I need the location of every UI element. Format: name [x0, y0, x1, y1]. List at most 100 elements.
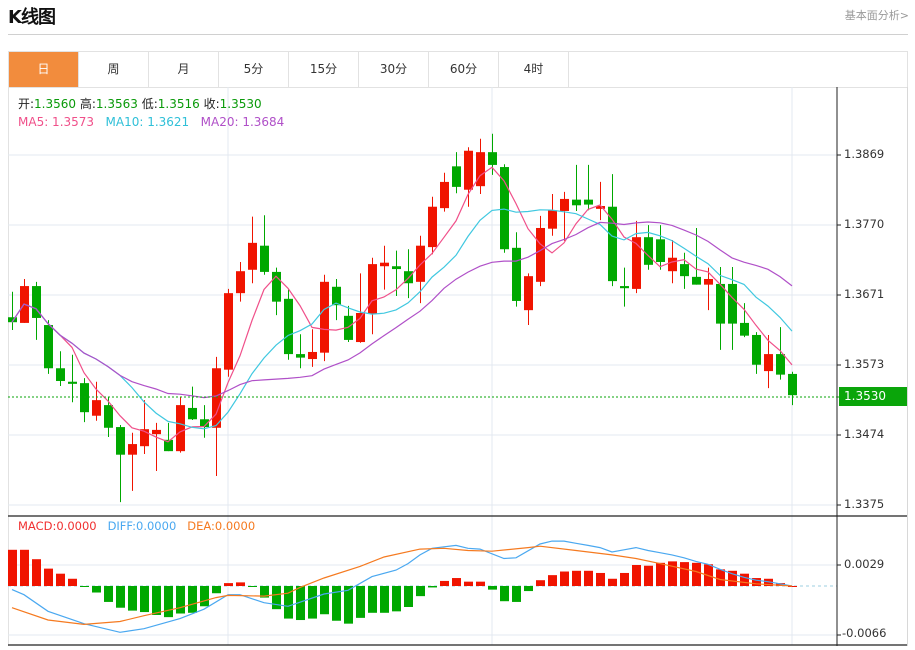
- grid: [8, 87, 841, 645]
- diff-value: DIFF:0.0000: [107, 519, 177, 533]
- macd-bar: [464, 581, 473, 586]
- candle-body: [476, 152, 485, 187]
- candle: [236, 261, 245, 302]
- candle-body: [248, 242, 257, 270]
- candle: [320, 274, 329, 362]
- candle: [548, 193, 557, 236]
- candle: [452, 152, 461, 194]
- moving-averages: [11, 166, 793, 443]
- macd-bar: [572, 570, 581, 586]
- price-tick: 1.3375: [844, 497, 885, 511]
- macd-bar: [8, 549, 17, 586]
- macd-tick: -0.0066: [842, 626, 887, 640]
- macd-bar: [104, 586, 113, 602]
- macd-value: MACD:0.0000: [18, 519, 97, 533]
- open-label: 开:: [18, 97, 35, 111]
- price-tick: 1.3869: [844, 147, 885, 161]
- macd-bar: [212, 586, 221, 594]
- macd-bar: [152, 586, 161, 615]
- ma20-line: [11, 221, 793, 399]
- macd-bar: [92, 586, 101, 593]
- candle-body: [608, 206, 617, 282]
- candle-body: [320, 281, 329, 353]
- candle-body: [428, 206, 437, 248]
- macd-bar: [344, 586, 353, 624]
- macd-bar: [680, 562, 689, 586]
- macd-bar: [236, 582, 245, 586]
- candle: [140, 400, 149, 454]
- candle-body: [620, 286, 629, 289]
- macd-bar: [440, 580, 449, 586]
- candle-body: [788, 373, 797, 396]
- price-tick: 1.3474: [844, 427, 885, 441]
- macd-bar: [392, 586, 401, 612]
- macd-bar: [584, 570, 593, 586]
- ma10-line: [11, 208, 793, 430]
- candle-body: [728, 283, 737, 324]
- candle-body: [644, 237, 653, 265]
- macd-chart: [8, 540, 837, 633]
- candle: [584, 164, 593, 211]
- candle: [356, 273, 365, 343]
- ohlc-legend: 开:1.3560 高:1.3563 低:1.3516 收:1.3530 MA5:…: [18, 95, 284, 131]
- candle: [632, 220, 641, 294]
- ma5-line: [11, 166, 793, 443]
- ma20-value: MA20: 1.3684: [200, 115, 285, 129]
- candle: [8, 291, 17, 330]
- candle: [428, 196, 437, 255]
- low-label: 低:: [141, 97, 158, 111]
- candle-body: [512, 247, 521, 301]
- low-value: 1.3516: [157, 97, 200, 111]
- candle: [32, 281, 41, 340]
- candle: [380, 245, 389, 290]
- candle-body: [752, 334, 761, 365]
- macd-bar: [32, 559, 41, 586]
- macd-legend: MACD:0.0000 DIFF:0.0000 DEA:0.0000: [18, 519, 255, 533]
- macd-bar: [188, 586, 197, 613]
- candle-body: [632, 237, 641, 289]
- candle-body: [236, 271, 245, 294]
- macd-bar: [632, 565, 641, 586]
- macd-bar: [548, 575, 557, 586]
- macd-bar: [224, 583, 233, 586]
- candle: [260, 215, 269, 275]
- candle: [680, 252, 689, 289]
- candle-body: [488, 152, 497, 165]
- candle-body: [284, 298, 293, 355]
- candle: [476, 138, 485, 194]
- candle-body: [536, 227, 545, 282]
- candle: [740, 303, 749, 338]
- candle-body: [296, 354, 305, 358]
- open-value: 1.3560: [34, 97, 77, 111]
- candle: [572, 164, 581, 211]
- macd-bar: [116, 586, 125, 608]
- macd-bar: [560, 571, 569, 586]
- macd-bar: [380, 586, 389, 613]
- candle-body: [116, 427, 125, 455]
- candle: [368, 257, 377, 335]
- macd-bar: [692, 562, 701, 586]
- macd-bar: [656, 562, 665, 586]
- macd-bar: [20, 549, 29, 586]
- candle-body: [776, 354, 785, 375]
- candle-body: [680, 264, 689, 277]
- macd-bar: [128, 586, 137, 611]
- macd-bar: [68, 578, 77, 586]
- macd-bar: [80, 586, 89, 587]
- candle-body: [464, 150, 473, 190]
- candle-body: [524, 276, 533, 311]
- candle: [332, 278, 341, 321]
- candle: [524, 273, 533, 326]
- price-tick: 1.3573: [844, 357, 885, 371]
- macd-bar: [248, 586, 257, 587]
- candle-body: [56, 368, 65, 382]
- macd-bar: [524, 586, 533, 592]
- candle-body: [80, 383, 89, 413]
- macd-bar: [536, 580, 545, 586]
- macd-bar: [272, 586, 281, 610]
- candle-body: [452, 166, 461, 187]
- macd-bar: [500, 586, 509, 602]
- candle-body: [188, 407, 197, 420]
- macd-bar: [44, 568, 53, 586]
- candle: [788, 371, 797, 406]
